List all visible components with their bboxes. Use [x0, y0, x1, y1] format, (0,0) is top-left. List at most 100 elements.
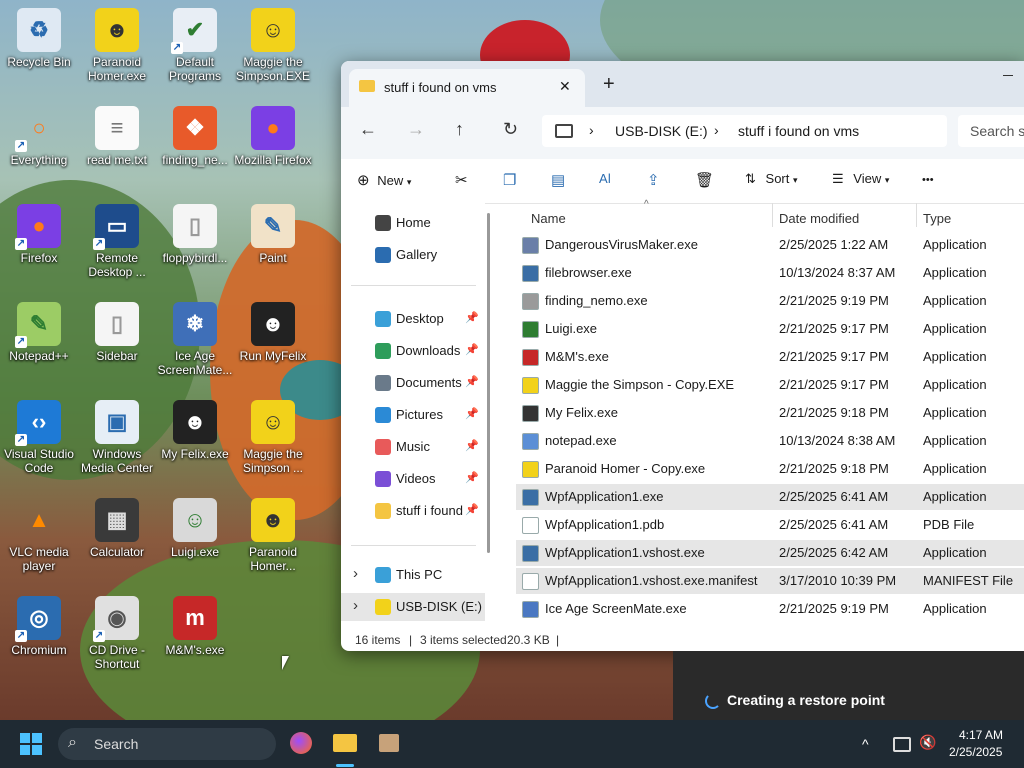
new-tab-button[interactable]: + — [603, 73, 615, 96]
file-row[interactable]: M&M's.exe 2/21/2025 9:17 PM Application — [516, 344, 1024, 370]
start-button[interactable] — [20, 733, 42, 755]
desktop-icon[interactable]: ▦ Calculator — [78, 498, 156, 559]
desktop-icon[interactable]: ☻ Run MyFelix — [234, 302, 312, 363]
cut-icon[interactable]: ✂ — [455, 171, 468, 189]
desktop-icon[interactable]: ▲ VLC media player — [0, 498, 78, 573]
clock-date[interactable]: 2/25/2025 — [949, 745, 1002, 759]
desktop-icon[interactable]: ▯ floppybirdl... — [156, 204, 234, 265]
column-header-date[interactable]: Date modified — [779, 211, 859, 226]
sort-button[interactable]: ⇅ Sort ▾ — [745, 171, 798, 187]
breadcrumb[interactable]: › USB-DISK (E:) › stuff i found on vms — [542, 115, 947, 147]
file-row[interactable]: filebrowser.exe 10/13/2024 8:37 AM Applica… — [516, 260, 1024, 286]
refresh-icon[interactable]: ↻ — [503, 119, 518, 140]
nav-item[interactable]: Music 📌 — [341, 433, 485, 461]
search-input[interactable]: Search st — [958, 115, 1024, 147]
desktop-icon[interactable]: ☻ My Felix.exe — [156, 400, 234, 461]
nav-item[interactable]: Home — [341, 209, 485, 237]
breadcrumb-item-usb-disk[interactable]: USB-DISK (E:) — [615, 123, 708, 139]
nav-item[interactable]: Desktop 📌 — [341, 305, 485, 333]
desktop-icon-label: CD Drive - Shortcut — [89, 643, 145, 671]
view-button[interactable]: ☰ View ▾ — [832, 171, 889, 187]
desktop-icon[interactable]: ≡ read me.txt — [78, 106, 156, 167]
column-divider[interactable] — [772, 203, 773, 227]
desktop-icon[interactable]: ☻ Paranoid Homer.exe — [78, 8, 156, 83]
file-row[interactable]: WpfApplication1.pdb 2/25/2025 6:41 AM PDB … — [516, 512, 1024, 538]
column-header-name[interactable]: Name — [531, 211, 566, 226]
file-row[interactable]: Ice Age ScreenMate.exe 2/21/2025 9:19 PM A… — [516, 596, 1024, 622]
forward-arrow-icon[interactable]: → — [407, 119, 425, 140]
desktop-icon[interactable]: ● ↗ Firefox — [0, 204, 78, 265]
file-row[interactable]: WpfApplication1.vshost.exe.manifest 3/17/… — [516, 568, 1024, 594]
firefox-taskbar-icon[interactable] — [290, 732, 312, 754]
store-taskbar-icon[interactable] — [379, 734, 399, 752]
delete-icon[interactable]: 🗑 — [695, 171, 714, 189]
desktop-icon[interactable]: m M&M's.exe — [156, 596, 234, 657]
show-hidden-icons-chevron[interactable]: ^ — [862, 736, 869, 752]
more-options-icon[interactable]: ••• — [922, 174, 934, 186]
file-row[interactable]: Maggie the Simpson - Copy.EXE 2/21/2025 9… — [516, 372, 1024, 398]
desktop-icon[interactable]: ☻ Paranoid Homer... — [234, 498, 312, 573]
nav-item[interactable]: Videos 📌 — [341, 465, 485, 493]
nav-item[interactable]: Downloads 📌 — [341, 337, 485, 365]
nav-item[interactable]: › This PC — [341, 561, 485, 589]
nav-item[interactable]: Pictures 📌 — [341, 401, 485, 429]
desktop-icon[interactable]: ▣ Windows Media Center — [78, 400, 156, 475]
up-arrow-icon[interactable]: ↑ — [455, 119, 464, 140]
file-date: 10/13/2024 8:38 AM — [779, 433, 896, 448]
column-divider[interactable] — [916, 203, 917, 227]
nav-item-label: Downloads — [396, 343, 461, 358]
file-explorer-taskbar-icon[interactable] — [333, 734, 357, 752]
desktop-icon[interactable]: ▭ ↗ Remote Desktop ... — [78, 204, 156, 279]
file-row[interactable]: WpfApplication1.exe 2/25/2025 6:41 AM Appl… — [516, 484, 1024, 510]
desktop-icon[interactable]: ○ ↗ Everything — [0, 106, 78, 167]
nav-item[interactable]: › USB-DISK (E:) — [341, 593, 485, 621]
copy-icon[interactable]: ❐ — [503, 171, 516, 189]
file-row[interactable]: notepad.exe 10/13/2024 8:38 AM Application — [516, 428, 1024, 454]
back-arrow-icon[interactable]: ← — [359, 119, 377, 140]
breadcrumb-item-folder[interactable]: stuff i found on vms — [738, 123, 859, 139]
desktop-icon[interactable]: ✎ Paint — [234, 204, 312, 265]
file-row[interactable]: Paranoid Homer - Copy.exe 2/21/2025 9:18 … — [516, 456, 1024, 482]
file-row[interactable]: My Felix.exe 2/21/2025 9:18 PM Application — [516, 400, 1024, 426]
paste-icon[interactable]: ▤ — [551, 171, 565, 189]
tab-close-button[interactable]: ✕ — [559, 78, 571, 95]
desktop-icon[interactable]: ✎ ↗ Notepad++ — [0, 302, 78, 363]
desktop-icon[interactable]: ❄ Ice Age ScreenMate... — [156, 302, 234, 377]
file-icon — [522, 405, 539, 422]
desktop-icon[interactable]: ♻ Recycle Bin — [0, 8, 78, 69]
desktop-icon[interactable]: ❖ finding_ne... — [156, 106, 234, 167]
file-explorer-window: stuff i found on vms ✕ + ← → ↑ ↻ › USB-D… — [341, 61, 1024, 651]
file-row[interactable]: Luigi.exe 2/21/2025 9:17 PM Application — [516, 316, 1024, 342]
desktop-icon[interactable]: ◉ ↗ CD Drive - Shortcut — [78, 596, 156, 671]
nav-pane-scrollbar[interactable] — [487, 213, 490, 553]
nav-item[interactable]: stuff i found 📌 — [341, 497, 485, 525]
nav-item[interactable]: Documents 📌 — [341, 369, 485, 397]
folder-icon — [359, 80, 375, 92]
volume-muted-icon[interactable]: 🔇 — [919, 734, 936, 751]
expand-chevron-icon[interactable]: › — [353, 597, 358, 614]
clock-time[interactable]: 4:17 AM — [959, 728, 1003, 742]
desktop-icon[interactable]: ▯ Sidebar — [78, 302, 156, 363]
expand-chevron-icon[interactable]: › — [353, 565, 358, 582]
nav-item[interactable]: Gallery — [341, 241, 485, 269]
minimize-button[interactable] — [1003, 75, 1013, 76]
desktop-icon-label: Windows Media Center — [80, 447, 154, 475]
desktop-icon[interactable]: ✔ ↗ Default Programs — [156, 8, 234, 83]
rename-icon[interactable]: Aǀ — [599, 171, 611, 186]
desktop-icon[interactable]: ☺ Maggie the Simpson ... — [234, 400, 312, 475]
desktop-icon[interactable]: ☺ Luigi.exe — [156, 498, 234, 559]
network-icon[interactable] — [893, 737, 911, 752]
taskbar-search-input[interactable]: ⌕ Search — [58, 728, 276, 760]
desktop-icon[interactable]: ◎ ↗ Chromium — [0, 596, 78, 657]
new-button[interactable]: ⊕ New ▾ — [357, 171, 411, 189]
column-header-type[interactable]: Type — [923, 211, 951, 226]
file-row[interactable]: WpfApplication1.vshost.exe 2/25/2025 6:42… — [516, 540, 1024, 566]
desktop-icon[interactable]: ● Mozilla Firefox — [234, 106, 312, 167]
share-icon[interactable]: ⇪ — [647, 171, 660, 189]
file-row[interactable]: finding_nemo.exe 2/21/2025 9:19 PM Applica… — [516, 288, 1024, 314]
desktop-icon[interactable]: ☺ Maggie the Simpson.EXE — [234, 8, 312, 83]
file-row[interactable]: DangerousVirusMaker.exe 2/25/2025 1:22 AM… — [516, 232, 1024, 258]
tab-stuff-i-found[interactable]: stuff i found on vms ✕ — [349, 69, 585, 107]
desktop-icon[interactable]: ‹› ↗ Visual Studio Code — [0, 400, 78, 475]
file-icon: ▯ — [95, 302, 139, 346]
